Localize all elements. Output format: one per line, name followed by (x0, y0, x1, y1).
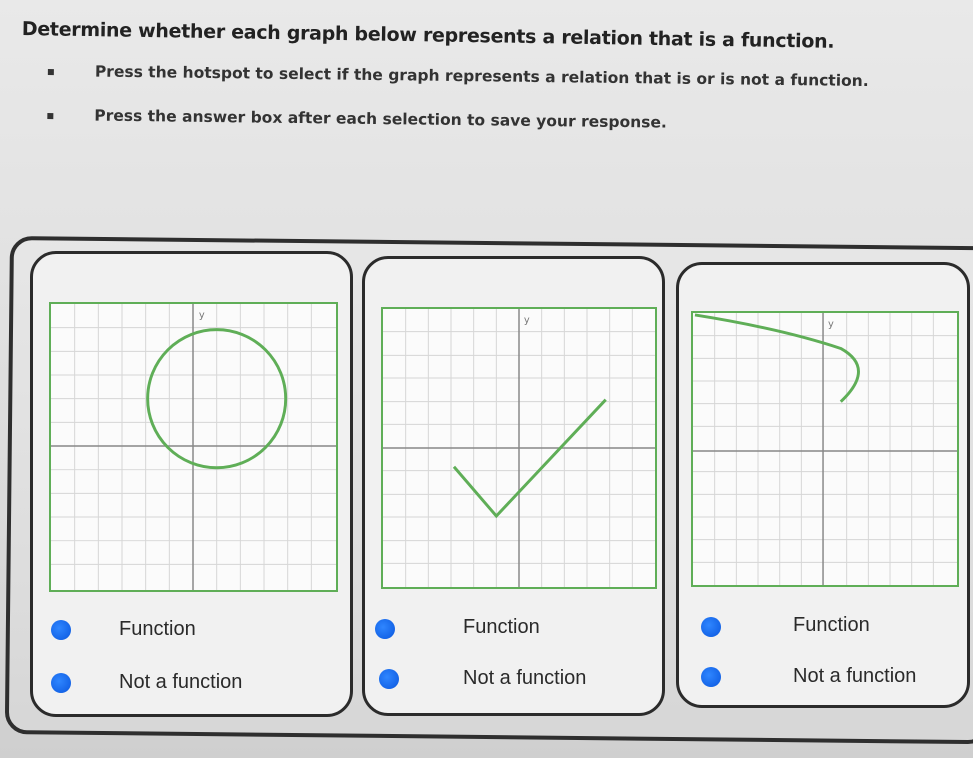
option-not-function-label: Not a function (793, 665, 917, 687)
y-axis-label: y (524, 315, 530, 326)
radio-function-1[interactable] (51, 620, 71, 640)
graph-2[interactable]: y (381, 307, 657, 589)
option-function-label: Function (119, 618, 196, 640)
option-not-function-label: Not a function (119, 671, 243, 693)
option-function-label: Function (463, 616, 540, 638)
graph-card-3[interactable]: y Function Not a function (676, 262, 970, 708)
radio-function-2[interactable] (375, 619, 395, 639)
option-function-2[interactable]: Function (365, 611, 665, 647)
y-axis-label: y (828, 319, 834, 330)
option-function-1[interactable]: Function (33, 612, 353, 648)
option-not-function-2[interactable]: Not a function (365, 661, 665, 697)
graph-cards: y Function Not a function y Function Not… (0, 0, 973, 758)
graph-card-2[interactable]: y Function Not a function (362, 256, 665, 716)
radio-not-function-2[interactable] (379, 669, 399, 689)
graph-3-canvas: y (693, 313, 957, 585)
option-not-function-1[interactable]: Not a function (33, 666, 353, 702)
option-not-function-3[interactable]: Not a function (679, 661, 969, 697)
option-function-3[interactable]: Function (679, 611, 969, 647)
graph-2-canvas: y (383, 309, 655, 587)
radio-not-function-3[interactable] (701, 667, 721, 687)
graph-1[interactable]: y (49, 302, 338, 592)
radio-not-function-1[interactable] (51, 673, 71, 693)
graph-3[interactable]: y (691, 311, 959, 587)
y-axis-label: y (199, 310, 205, 321)
graph-card-1[interactable]: y Function Not a function (30, 251, 353, 717)
relation-check-mark (452, 398, 607, 519)
radio-function-3[interactable] (701, 617, 721, 637)
option-function-label: Function (793, 614, 870, 636)
option-not-function-label: Not a function (463, 667, 587, 689)
graph-1-canvas: y (51, 304, 336, 590)
